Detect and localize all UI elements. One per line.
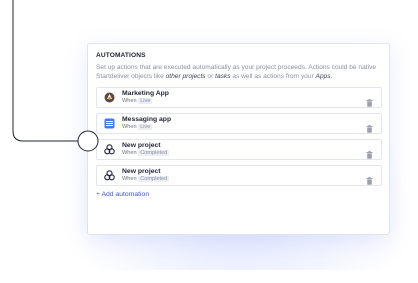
connector-node bbox=[77, 130, 99, 152]
